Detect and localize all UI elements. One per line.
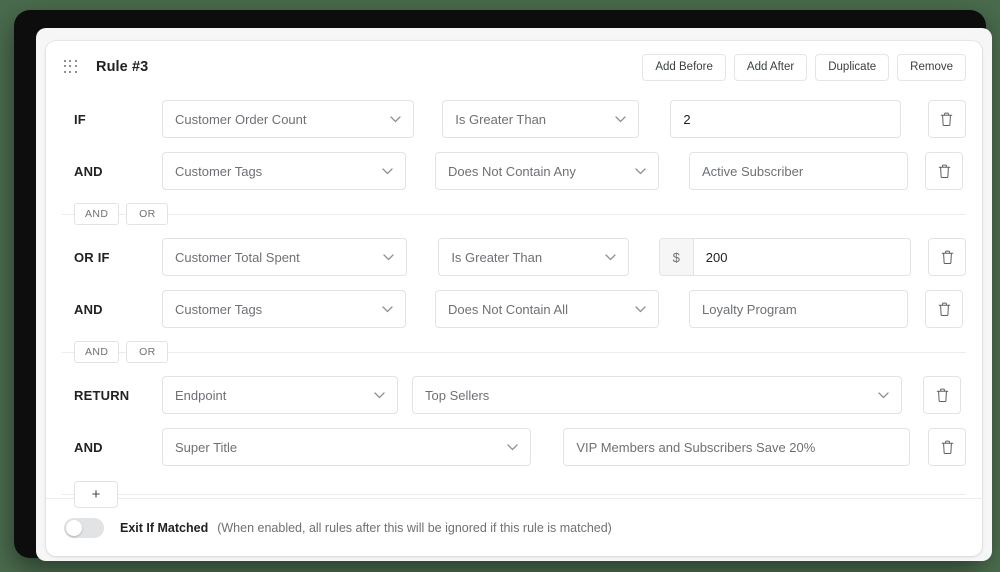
connector-and-button-2[interactable]: AND (74, 341, 120, 363)
rule-card: Rule #3 Add Before Add After Duplicate R… (46, 41, 982, 556)
condition-row: IF Customer Order Count Is Greater Than (62, 93, 966, 145)
chevron-down-icon (868, 391, 889, 399)
row-label-and-2: AND (74, 301, 103, 317)
delete-condition-button-0[interactable] (927, 100, 966, 138)
field-select-1[interactable]: Customer Tags (162, 152, 406, 190)
return-action-text-input[interactable]: VIP Members and Subscribers Save 20% (563, 428, 910, 466)
delete-return-button-0[interactable] (923, 376, 961, 414)
return-type-select[interactable]: Endpoint (162, 376, 398, 414)
add-row-button[interactable]: + (74, 480, 118, 508)
drag-dots-icon[interactable] (64, 60, 78, 74)
delete-return-button-1[interactable] (928, 428, 966, 466)
return-action-select[interactable]: Super Title (162, 428, 532, 466)
return-value-select[interactable]: Top Sellers (412, 376, 902, 414)
operator-select-1-value: Does Not Contain Any (448, 163, 576, 179)
trash-icon (941, 112, 953, 126)
field-select-0[interactable]: Customer Order Count (162, 100, 415, 138)
rule-body: IF Customer Order Count Is Greater Than (46, 93, 982, 515)
operator-select-3[interactable]: Does Not Contain All (435, 290, 659, 328)
duplicate-button[interactable]: Duplicate (815, 53, 890, 81)
chevron-down-icon (364, 391, 385, 399)
field-select-0-value: Customer Order Count (175, 111, 307, 127)
field-select-2[interactable]: Customer Total Spent (162, 238, 408, 276)
value-input-3[interactable]: Loyalty Program (689, 290, 908, 328)
operator-select-2-value: Is Greater Than (451, 249, 543, 265)
add-before-button[interactable]: Add Before (642, 53, 726, 81)
trash-icon (941, 250, 953, 264)
trash-icon (936, 388, 948, 402)
condition-row: OR IF Customer Total Spent Is Greater Th… (62, 231, 966, 283)
return-value-select-value: Top Sellers (425, 387, 490, 403)
delete-condition-button-1[interactable] (925, 152, 963, 190)
connector-strip-2: AND OR (62, 335, 966, 369)
row-label-and-1: AND (74, 163, 103, 179)
delete-condition-button-2[interactable] (928, 238, 966, 276)
operator-select-2[interactable]: Is Greater Than (438, 238, 629, 276)
value-input-3-value: Loyalty Program (702, 301, 797, 317)
currency-prefix: $ (659, 239, 694, 275)
add-after-button[interactable]: Add After (733, 53, 808, 81)
trash-icon (938, 302, 950, 316)
chevron-down-icon (595, 253, 616, 261)
return-action-select-value: Super Title (175, 439, 238, 455)
chevron-down-icon (625, 167, 646, 175)
value-input-1[interactable]: Active Subscriber (689, 152, 908, 190)
condition-row: AND Customer Tags Does Not Contain Any A… (62, 145, 966, 197)
page-title: Rule #3 (96, 59, 149, 75)
chevron-down-icon (372, 167, 393, 175)
chevron-down-icon (605, 115, 627, 123)
toggle-knob (66, 519, 82, 536)
chevron-down-icon (373, 253, 394, 261)
return-action-text-value: VIP Members and Subscribers Save 20% (576, 439, 816, 455)
device-bezel: Rule #3 Add Before Add After Duplicate R… (14, 10, 992, 561)
connector-and-button-1[interactable]: AND (74, 203, 120, 225)
remove-button[interactable]: Remove (897, 53, 966, 81)
field-select-3[interactable]: Customer Tags (162, 290, 406, 328)
operator-select-0-value: Is Greater Than (455, 111, 547, 127)
rule-card-header: Rule #3 Add Before Add After Duplicate R… (46, 41, 982, 93)
trash-icon (938, 164, 950, 178)
rule-header-actions: Add Before Add After Duplicate Remove (642, 53, 966, 81)
field-select-2-value: Customer Total Spent (175, 249, 300, 265)
field-select-3-value: Customer Tags (175, 301, 263, 317)
return-row: AND Super Title VIP Members and Subscrib… (62, 421, 966, 473)
return-type-select-value: Endpoint (175, 387, 227, 403)
exit-if-matched-hint: (When enabled, all rules after this will… (217, 520, 612, 535)
chevron-down-icon (372, 305, 393, 313)
operator-select-1[interactable]: Does Not Contain Any (435, 152, 659, 190)
chevron-down-icon (625, 305, 646, 313)
row-label-return: RETURN (74, 387, 130, 403)
value-input-0-value: 2 (683, 111, 691, 127)
value-money-input-2[interactable]: $ 200 (658, 238, 911, 276)
chevron-down-icon (380, 115, 401, 123)
row-label-and-3: AND (74, 439, 103, 455)
condition-row: AND Customer Tags Does Not Contain All L… (62, 283, 966, 335)
delete-condition-button-3[interactable] (925, 290, 963, 328)
value-input-0[interactable]: 2 (670, 100, 901, 138)
row-label-if: IF (74, 111, 86, 127)
operator-select-3-value: Does Not Contain All (448, 301, 568, 317)
value-input-1-value: Active Subscriber (702, 163, 804, 179)
trash-icon (941, 440, 953, 454)
exit-if-matched-label: Exit If Matched (120, 520, 209, 535)
row-label-or-if: OR IF (74, 249, 110, 265)
connector-or-button-2[interactable]: OR (126, 341, 169, 363)
connector-strip-1: AND OR (62, 197, 966, 231)
return-row: RETURN Endpoint Top Sellers (62, 369, 966, 421)
connector-or-button-1[interactable]: OR (126, 203, 169, 225)
exit-if-matched-toggle[interactable] (64, 517, 104, 538)
chevron-down-icon (497, 443, 519, 451)
value-input-2-value[interactable]: 200 (694, 239, 910, 275)
field-select-1-value: Customer Tags (175, 163, 263, 179)
rule-card-footer: Exit If Matched (When enabled, all rules… (46, 498, 982, 556)
operator-select-0[interactable]: Is Greater Than (442, 100, 640, 138)
app-viewport: Rule #3 Add Before Add After Duplicate R… (36, 28, 992, 561)
